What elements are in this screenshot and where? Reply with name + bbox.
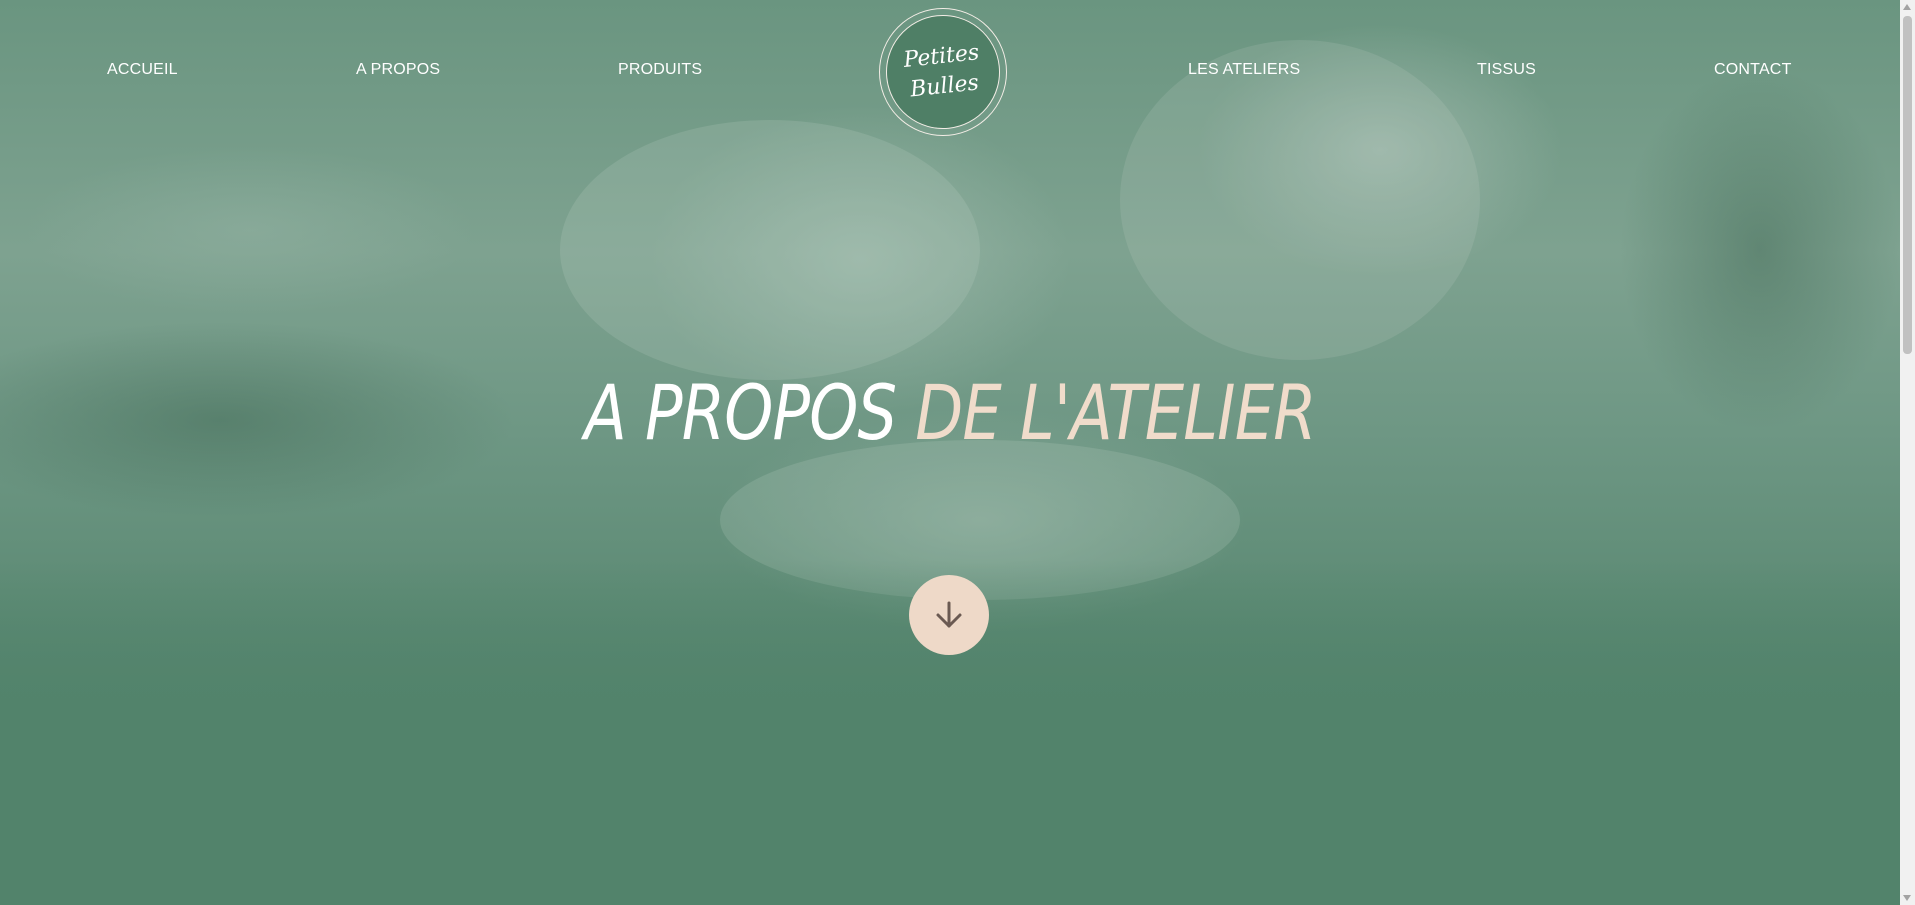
main-navigation: ACCUEIL A PROPOS PRODUITS Petites Bulles… bbox=[0, 0, 1900, 140]
logo-text-line2: Bulles bbox=[909, 70, 980, 103]
scroll-down-arrow-icon[interactable] bbox=[1903, 895, 1911, 901]
hero-title: A PROPOS DE L'ATELIER bbox=[171, 368, 1729, 457]
nav-link-contact[interactable]: CONTACT bbox=[1714, 61, 1792, 79]
nav-link-accueil[interactable]: ACCUEIL bbox=[107, 61, 178, 79]
nav-link-tissus[interactable]: TISSUS bbox=[1477, 61, 1536, 79]
nav-link-les-ateliers[interactable]: LES ATELIERS bbox=[1188, 61, 1300, 79]
logo-badge: Petites Bulles bbox=[880, 9, 1006, 135]
page-scrollbar[interactable] bbox=[1900, 0, 1915, 905]
site-logo[interactable]: Petites Bulles bbox=[879, 8, 1007, 136]
hero-photo-highlight bbox=[560, 120, 980, 380]
scrollbar-thumb[interactable] bbox=[1903, 16, 1912, 354]
arrow-down-icon bbox=[936, 601, 962, 628]
hero-title-part1: A PROPOS bbox=[584, 368, 897, 457]
nav-link-produits[interactable]: PRODUITS bbox=[618, 61, 702, 79]
page-viewport: ACCUEIL A PROPOS PRODUITS Petites Bulles… bbox=[0, 0, 1900, 905]
scroll-up-arrow-icon[interactable] bbox=[1903, 4, 1911, 10]
hero-title-part2: DE L'ATELIER bbox=[915, 368, 1316, 457]
scroll-down-button[interactable] bbox=[909, 575, 989, 655]
nav-link-a-propos[interactable]: A PROPOS bbox=[356, 61, 440, 79]
